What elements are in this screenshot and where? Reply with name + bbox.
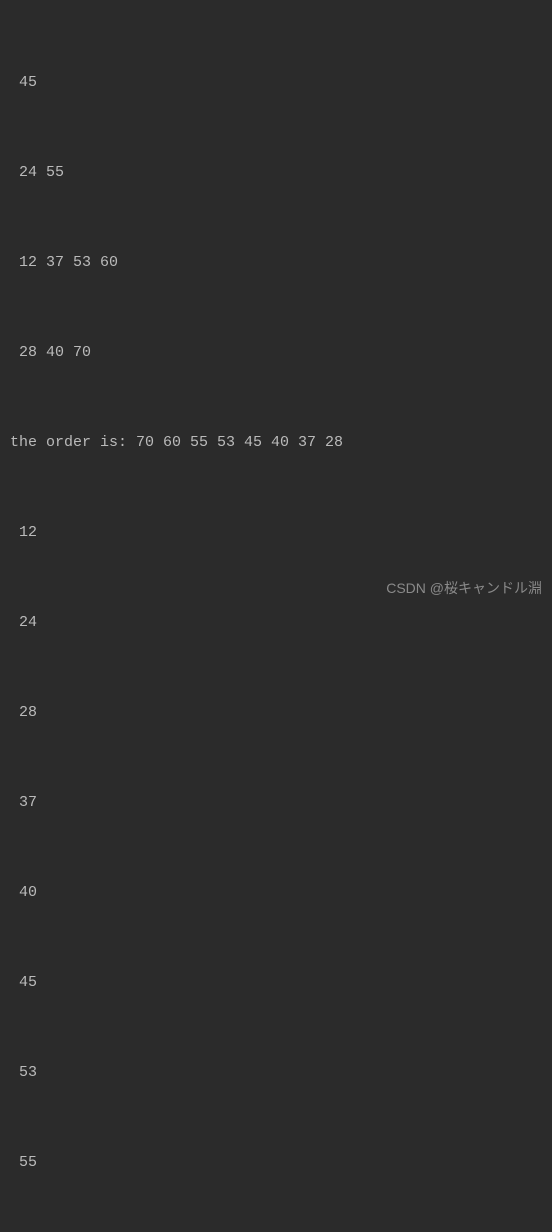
output-line: 40 (10, 878, 552, 908)
output-line: 12 (10, 518, 552, 548)
output-line: 45 (10, 68, 552, 98)
output-line: 24 55 (10, 158, 552, 188)
output-line: 37 (10, 788, 552, 818)
output-line: 55 (10, 1148, 552, 1178)
output-line: the order is: 70 60 55 53 45 40 37 28 (10, 428, 552, 458)
output-line: 28 40 70 (10, 338, 552, 368)
watermark: CSDN @桜キャンドル淵 (386, 574, 542, 602)
watermark-text: CSDN @桜キャンドル淵 (386, 580, 542, 596)
output-line: 28 (10, 698, 552, 728)
output-line: 24 (10, 608, 552, 638)
console-output: 45 24 55 12 37 53 60 28 40 70 the order … (0, 8, 552, 1232)
output-line: 45 (10, 968, 552, 998)
output-line: 12 37 53 60 (10, 248, 552, 278)
output-line: 53 (10, 1058, 552, 1088)
